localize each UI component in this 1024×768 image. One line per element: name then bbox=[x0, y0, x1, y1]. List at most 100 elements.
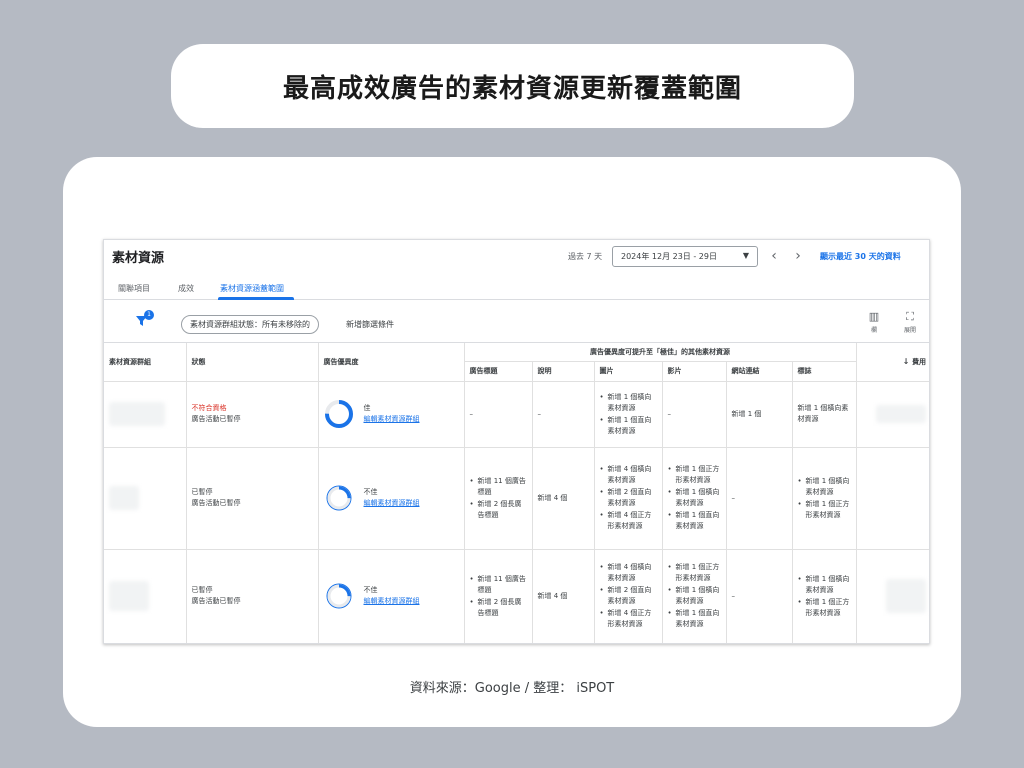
list-item: 新增 11 個廣告標題 bbox=[470, 476, 527, 498]
expand-icon: ⛶ bbox=[906, 310, 914, 323]
col-cost-label: 費用 bbox=[912, 357, 927, 366]
status-cell: 已暫停 廣告活動已暫停 bbox=[185, 446, 319, 550]
col-status[interactable]: 狀態 bbox=[185, 343, 319, 382]
col-headlines[interactable]: 廣告標題 bbox=[463, 360, 533, 382]
tab-performance[interactable]: 成效 bbox=[178, 283, 194, 294]
descriptions-cell: – bbox=[531, 380, 595, 448]
ad-strength-cell: 佳 編輯素材資源群組 bbox=[317, 380, 465, 448]
asset-group-cell[interactable] bbox=[104, 380, 187, 448]
list-item: 新增 1 個直向素材資源 bbox=[600, 415, 657, 437]
asset-group-cell[interactable] bbox=[104, 446, 187, 550]
list-item: 新增 2 個直向素材資源 bbox=[600, 487, 657, 509]
ad-strength-cell: 不佳 編輯素材資源群組 bbox=[317, 446, 465, 550]
dropdown-caret-icon: ▼ bbox=[742, 251, 749, 260]
cost-cell bbox=[855, 548, 929, 643]
slide-title-pill: 最高成效廣告的素材資源更新覆蓋範圍 bbox=[171, 44, 854, 128]
col-cost[interactable]: ↓ 費用 bbox=[855, 343, 929, 382]
ad-strength-ring-icon bbox=[326, 485, 351, 511]
status-cell: 已暫停 廣告活動已暫停 bbox=[185, 548, 319, 643]
list-item: 新增 1 個直向素材資源 bbox=[668, 608, 721, 630]
asset-coverage-table: 素材資源群組 狀態 廣告優異度 廣告優異度可提升至「極佳」的其他素材資源 ↓ 費… bbox=[104, 343, 929, 643]
list-item: 新增 2 個直向素材資源 bbox=[600, 585, 657, 607]
list-item: 新增 1 個橫向素材資源 bbox=[668, 487, 721, 509]
date-range-select[interactable]: 2024年 12月 23日 - 29日 ▼ bbox=[612, 246, 758, 267]
expand-label: 展開 bbox=[903, 327, 916, 334]
list-item: 新增 1 個正方形素材資源 bbox=[668, 464, 721, 486]
list-item: 新增 4 個正方形素材資源 bbox=[600, 608, 657, 630]
list-item: 新增 1 個橫向素材資源 bbox=[668, 585, 721, 607]
col-group-other-assets: 廣告優異度可提升至「極佳」的其他素材資源 bbox=[463, 343, 857, 362]
sort-down-icon: ↓ bbox=[902, 356, 913, 366]
show-last-30-days-link[interactable]: 顯示最近 30 天的資料 bbox=[820, 251, 901, 262]
list-item: 新增 2 個長廣告標題 bbox=[470, 499, 527, 521]
edit-asset-group-link[interactable]: 編輯素材資源群組 bbox=[364, 596, 420, 607]
images-cell: 新增 4 個橫向素材資源 新增 2 個直向素材資源 新增 4 個正方形素材資源 bbox=[593, 446, 663, 550]
chevron-left-icon: ‹ bbox=[771, 248, 777, 264]
list-item: 新增 1 個橫向素材資源 bbox=[798, 476, 851, 498]
col-sitelinks[interactable]: 網站連結 bbox=[725, 360, 793, 382]
source-caption: 資料來源：Google / 整理： iSPOT bbox=[409, 681, 615, 696]
period-label: 過去 7 天 bbox=[568, 252, 603, 261]
tab-asset-coverage[interactable]: 素材資源涵蓋範圍 bbox=[220, 283, 284, 294]
filter-count-badge: 1 bbox=[144, 310, 154, 320]
list-item: 新增 1 個直向素材資源 bbox=[668, 510, 721, 532]
list-item: 新增 1 個正方形素材資源 bbox=[798, 499, 851, 521]
tab-bar: 關聯項目 成效 素材資源涵蓋範圍 bbox=[104, 276, 929, 300]
status-cell: 不符合資格 廣告活動已暫停 bbox=[185, 380, 319, 448]
columns-button[interactable]: ▥ 欄 bbox=[863, 310, 885, 335]
videos-cell: 新增 1 個正方形素材資源 新增 1 個橫向素材資源 新增 1 個直向素材資源 bbox=[661, 446, 727, 550]
ad-strength-label: 不佳 bbox=[363, 586, 378, 594]
redacted-asset-group bbox=[109, 486, 139, 510]
descriptions-cell: 新增 4 個 bbox=[531, 446, 595, 550]
status-secondary: 廣告活動已暫停 bbox=[191, 597, 241, 605]
videos-cell: 新增 1 個正方形素材資源 新增 1 個橫向素材資源 新增 1 個直向素材資源 bbox=[661, 548, 727, 643]
col-ad-strength[interactable]: 廣告優異度 bbox=[317, 343, 465, 382]
col-videos[interactable]: 影片 bbox=[661, 360, 727, 382]
table-row: 不符合資格 廣告活動已暫停 佳 編輯素材資源群組 – – • 新增 1 個橫向素… bbox=[104, 380, 929, 448]
add-filter-button[interactable]: 新增篩選條件 bbox=[346, 319, 394, 330]
status-secondary: 廣告活動已暫停 bbox=[191, 415, 241, 423]
status-primary: 已暫停 bbox=[191, 586, 213, 594]
sitelinks-cell: 新增 1 個 bbox=[725, 380, 793, 448]
cost-cell bbox=[855, 380, 929, 448]
list-item: 新增 4 個正方形素材資源 bbox=[600, 510, 657, 532]
prev-period-button[interactable]: ‹ bbox=[766, 246, 782, 266]
status-secondary: 廣告活動已暫停 bbox=[191, 499, 241, 507]
sitelinks-cell: – bbox=[725, 548, 793, 643]
status-primary: 已暫停 bbox=[191, 488, 213, 496]
asset-group-cell[interactable] bbox=[104, 548, 187, 643]
logos-cell: 新增 1 個橫向素材資源 新增 1 個正方形素材資源 bbox=[791, 548, 857, 643]
list-item: 新增 1 個正方形素材資源 bbox=[668, 562, 721, 584]
active-tab-indicator bbox=[218, 297, 294, 300]
headlines-cell: 新增 11 個廣告標題 新增 2 個長廣告標題 bbox=[463, 548, 533, 643]
col-images[interactable]: 圖片 bbox=[593, 360, 663, 382]
google-ads-screenshot: 素材資源 過去 7 天 2024年 12月 23日 - 29日 ▼ ‹ › 顯示… bbox=[103, 239, 930, 644]
next-period-button[interactable]: › bbox=[790, 246, 806, 266]
redacted-cost bbox=[876, 405, 927, 423]
columns-icon: ▥ bbox=[868, 310, 880, 323]
edit-asset-group-link[interactable]: 編輯素材資源群組 bbox=[364, 414, 420, 425]
col-logos[interactable]: 標誌 bbox=[791, 360, 857, 382]
expand-button[interactable]: ⛶ 展開 bbox=[899, 310, 921, 335]
chevron-right-icon: › bbox=[795, 248, 801, 264]
descriptions-cell: 新增 4 個 bbox=[531, 548, 595, 643]
top-bar: 素材資源 過去 7 天 2024年 12月 23日 - 29日 ▼ ‹ › 顯示… bbox=[104, 240, 929, 274]
page-title: 素材資源 bbox=[112, 251, 165, 266]
logos-cell: 新增 1 個橫向素材資源 bbox=[791, 380, 857, 448]
filter-bar: 1 素材資源群組狀態：所有未移除的 新增篩選條件 ▥ 欄 ⛶ 展開 bbox=[104, 301, 929, 343]
sitelinks-cell: – bbox=[725, 446, 793, 550]
edit-asset-group-link[interactable]: 編輯素材資源群組 bbox=[364, 498, 420, 509]
list-item: 新增 4 個橫向素材資源 bbox=[600, 464, 657, 486]
headlines-cell: – bbox=[463, 380, 533, 448]
table-row: 已暫停 廣告活動已暫停 不佳 編輯素材資源群組 • 新增 11 個廣告標題 • … bbox=[104, 548, 929, 643]
date-range-value: 2024年 12月 23日 - 29日 bbox=[621, 252, 717, 261]
tab-related[interactable]: 關聯項目 bbox=[118, 283, 150, 294]
col-asset-group[interactable]: 素材資源群組 bbox=[104, 343, 187, 382]
images-cell: 新增 4 個橫向素材資源 新增 2 個直向素材資源 新增 4 個正方形素材資源 bbox=[593, 548, 663, 643]
status-filter-chip[interactable]: 素材資源群組狀態：所有未移除的 bbox=[181, 315, 319, 334]
ad-strength-label: 佳 bbox=[363, 404, 371, 412]
list-item: 新增 4 個橫向素材資源 bbox=[600, 562, 657, 584]
redacted-asset-group bbox=[109, 402, 165, 426]
col-descriptions[interactable]: 說明 bbox=[531, 360, 595, 382]
images-cell: 新增 1 個橫向素材資源 新增 1 個直向素材資源 bbox=[593, 380, 663, 448]
